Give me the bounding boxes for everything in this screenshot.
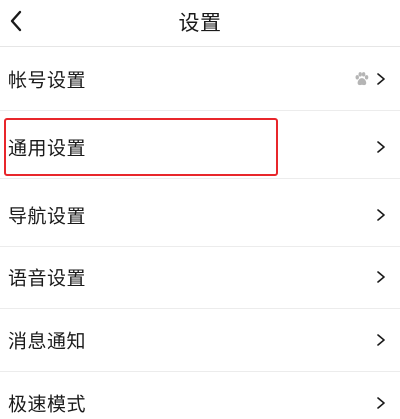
- settings-item-notifications[interactable]: 消息通知: [0, 308, 400, 372]
- row-divider: [0, 178, 400, 179]
- settings-item-label: 极速模式: [8, 393, 87, 416]
- settings-item-account[interactable]: 帐号设置: [0, 47, 400, 111]
- settings-item-navigation[interactable]: 导航设置: [0, 183, 400, 247]
- nav-header: 设置: [0, 0, 400, 44]
- chevron-right-icon: [377, 397, 385, 409]
- settings-item-label: 语音设置: [8, 267, 87, 290]
- settings-page: 设置 帐号设置 通用设置 导航设置 语音设置 消息通知 极速模式: [0, 0, 400, 419]
- settings-item-label: 导航设置: [8, 205, 87, 228]
- chevron-right-icon: [377, 271, 385, 283]
- page-title: 设置: [178, 11, 222, 35]
- highlight-box: [4, 118, 278, 176]
- settings-item-speed-mode[interactable]: 极速模式: [0, 371, 400, 419]
- settings-item-voice[interactable]: 语音设置: [0, 245, 400, 309]
- settings-item-label: 帐号设置: [8, 69, 87, 92]
- chevron-right-icon: [377, 141, 385, 153]
- settings-item-label: 消息通知: [8, 330, 87, 353]
- chevron-right-icon: [377, 209, 385, 221]
- row-divider: [0, 110, 400, 111]
- chevron-right-icon: [377, 73, 385, 85]
- paw-icon: [355, 72, 369, 86]
- chevron-right-icon: [377, 334, 385, 346]
